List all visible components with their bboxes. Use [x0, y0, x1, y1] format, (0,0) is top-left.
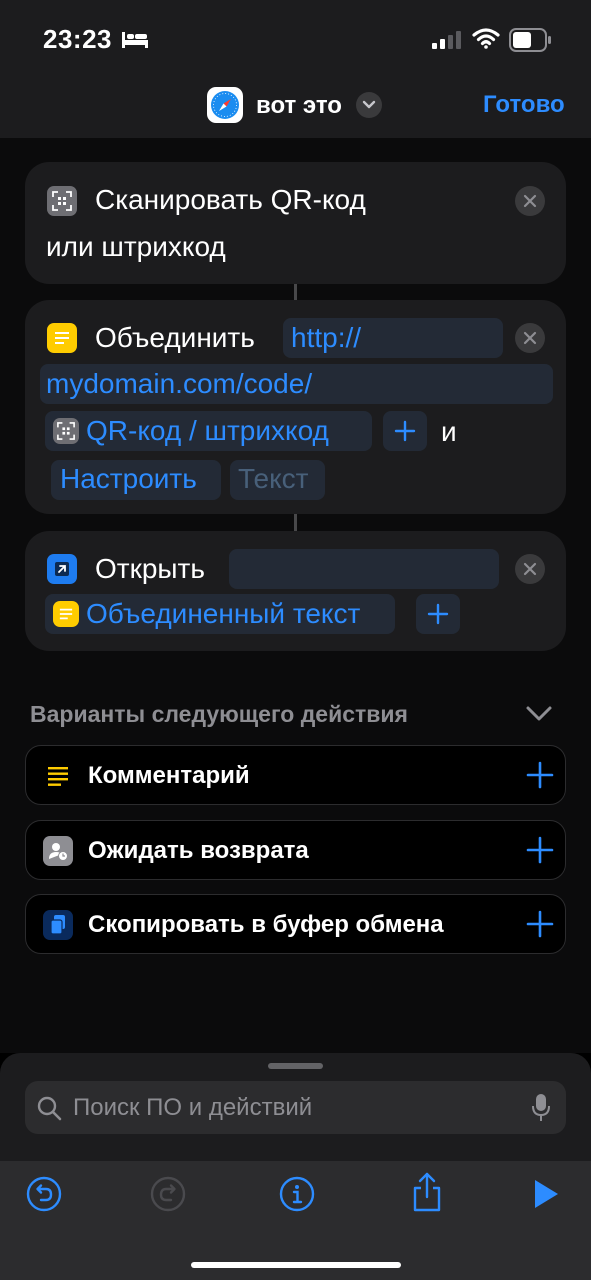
bed-icon — [121, 30, 149, 55]
text-lines-icon — [53, 601, 79, 627]
suggestion-wait-return[interactable]: Ожидать возврата — [25, 820, 566, 880]
safari-compass-icon[interactable] — [207, 87, 243, 123]
info-icon[interactable] — [279, 1176, 315, 1217]
share-icon[interactable] — [410, 1171, 444, 1218]
action-title: Открыть — [95, 553, 205, 584]
suggestion-label: Комментарий — [88, 762, 250, 789]
open-arrow-icon — [47, 554, 77, 584]
wait-return-icon — [43, 836, 73, 866]
shortcut-header: вот это Готово — [0, 80, 591, 138]
sheet-grabber[interactable] — [268, 1063, 323, 1069]
suggestion-comment[interactable]: Комментарий — [25, 745, 566, 805]
done-button[interactable]: Готово — [483, 91, 565, 119]
url-token-text-2[interactable]: mydomain.com/code/ — [46, 368, 312, 400]
search-icon — [36, 1095, 62, 1126]
cellular-signal-icon — [432, 30, 462, 55]
status-time: 23:23 — [43, 24, 112, 54]
action-title-continued: или штрихкод — [46, 231, 226, 262]
editor-toolbar — [0, 1161, 591, 1280]
wifi-icon — [472, 27, 500, 54]
action-title: Сканировать QR-код — [95, 184, 366, 215]
qr-scan-icon — [47, 186, 77, 216]
undo-icon[interactable] — [26, 1176, 62, 1217]
url-input-token[interactable] — [229, 549, 499, 589]
qr-scan-icon — [53, 418, 79, 444]
add-item-button[interactable] — [383, 411, 427, 451]
battery-icon — [509, 28, 551, 57]
suggestion-label: Скопировать в буфер обмена — [88, 911, 444, 938]
and-label: и — [441, 416, 457, 447]
add-suggestion-icon[interactable] — [526, 761, 554, 794]
combined-text-label[interactable]: Объединенный текст — [86, 598, 360, 630]
suggestion-copy-clipboard[interactable]: Скопировать в буфер обмена — [25, 894, 566, 954]
add-suggestion-icon[interactable] — [526, 836, 554, 869]
microphone-icon[interactable] — [531, 1093, 551, 1128]
configure-label[interactable]: Настроить — [60, 463, 197, 495]
action-card-scan-qr[interactable]: Сканировать QR-код или штрихкод — [25, 162, 566, 284]
home-indicator — [191, 1262, 401, 1268]
play-icon[interactable] — [532, 1178, 560, 1215]
redo-icon[interactable] — [150, 1176, 186, 1217]
clipboard-icon — [43, 910, 73, 940]
suggestions-header: Варианты следующего действия — [30, 701, 408, 727]
text-lines-icon — [47, 323, 77, 353]
action-connector — [294, 284, 297, 300]
status-bar: 23:23 — [0, 0, 591, 80]
text-placeholder[interactable]: Текст — [238, 463, 309, 495]
add-item-button[interactable] — [416, 594, 460, 634]
add-suggestion-icon[interactable] — [526, 910, 554, 943]
shortcut-title[interactable]: вот это — [256, 92, 342, 120]
qr-variable-label[interactable]: QR-код / штрихкод — [86, 415, 329, 447]
suggestion-label: Ожидать возврата — [88, 837, 309, 864]
url-token-text-1[interactable]: http:// — [291, 322, 361, 354]
comment-lines-icon — [43, 761, 73, 791]
action-card-open[interactable]: Открыть Объединенный текст — [25, 531, 566, 651]
search-input[interactable]: Поиск ПО и действий — [25, 1081, 566, 1134]
remove-action-button[interactable] — [515, 323, 545, 353]
remove-action-button[interactable] — [515, 186, 545, 216]
search-placeholder: Поиск ПО и действий — [73, 1094, 313, 1121]
chevron-down-icon[interactable] — [356, 92, 382, 118]
remove-action-button[interactable] — [515, 554, 545, 584]
action-card-combine[interactable]: Объединить http:// mydomain.com/code/ QR… — [25, 300, 566, 514]
chevron-down-icon[interactable] — [525, 702, 553, 729]
action-connector — [294, 514, 297, 532]
action-title: Объединить — [95, 322, 255, 353]
